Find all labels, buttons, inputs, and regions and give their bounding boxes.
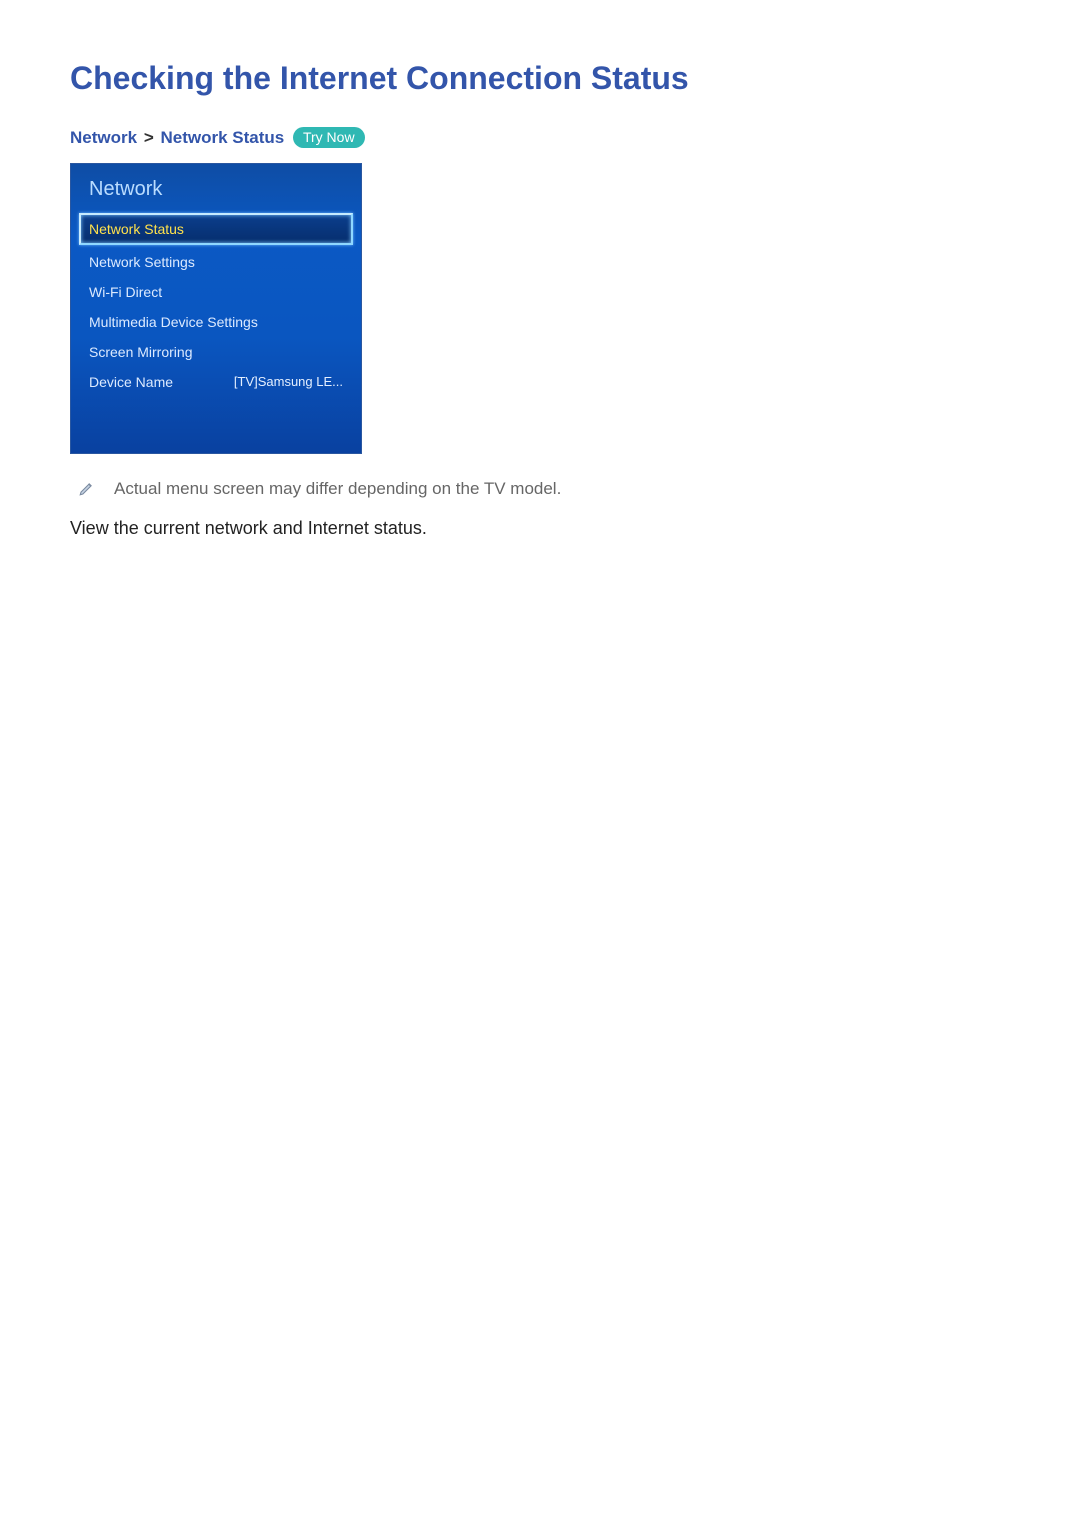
breadcrumb: Network > Network Status Try Now bbox=[70, 127, 1010, 148]
breadcrumb-network[interactable]: Network bbox=[70, 128, 137, 147]
try-now-button[interactable]: Try Now bbox=[293, 127, 365, 148]
menu-item-label: Network Status bbox=[89, 221, 184, 237]
page-title: Checking the Internet Connection Status bbox=[70, 60, 1010, 97]
menu-item-label: Screen Mirroring bbox=[89, 344, 192, 360]
menu-list: Network Status Network Settings Wi-Fi Di… bbox=[71, 213, 361, 397]
menu-item-value bbox=[333, 221, 343, 237]
breadcrumb-network-status[interactable]: Network Status bbox=[160, 128, 284, 147]
menu-item-multimedia-device-settings[interactable]: Multimedia Device Settings bbox=[79, 307, 353, 337]
menu-item-label: Wi-Fi Direct bbox=[89, 284, 162, 300]
menu-item-value bbox=[333, 284, 343, 300]
menu-item-value: [TV]Samsung LE... bbox=[224, 374, 343, 390]
menu-item-value bbox=[333, 344, 343, 360]
description-text: View the current network and Internet st… bbox=[70, 518, 1010, 539]
menu-item-value bbox=[333, 314, 343, 330]
menu-item-network-status[interactable]: Network Status bbox=[79, 213, 353, 245]
menu-item-label: Multimedia Device Settings bbox=[89, 314, 258, 330]
note-text: Actual menu screen may differ depending … bbox=[114, 479, 561, 499]
breadcrumb-separator: > bbox=[144, 128, 154, 147]
menu-header: Network bbox=[71, 164, 361, 211]
menu-item-screen-mirroring[interactable]: Screen Mirroring bbox=[79, 337, 353, 367]
pencil-icon bbox=[78, 479, 96, 502]
network-menu-panel: Network Network Status Network Settings … bbox=[70, 163, 362, 454]
menu-item-value bbox=[333, 254, 343, 270]
menu-item-wifi-direct[interactable]: Wi-Fi Direct bbox=[79, 277, 353, 307]
menu-item-label: Device Name bbox=[89, 374, 173, 390]
menu-item-network-settings[interactable]: Network Settings bbox=[79, 247, 353, 277]
menu-item-device-name[interactable]: Device Name [TV]Samsung LE... bbox=[79, 367, 353, 397]
menu-item-label: Network Settings bbox=[89, 254, 195, 270]
note-row: Actual menu screen may differ depending … bbox=[78, 479, 1010, 502]
